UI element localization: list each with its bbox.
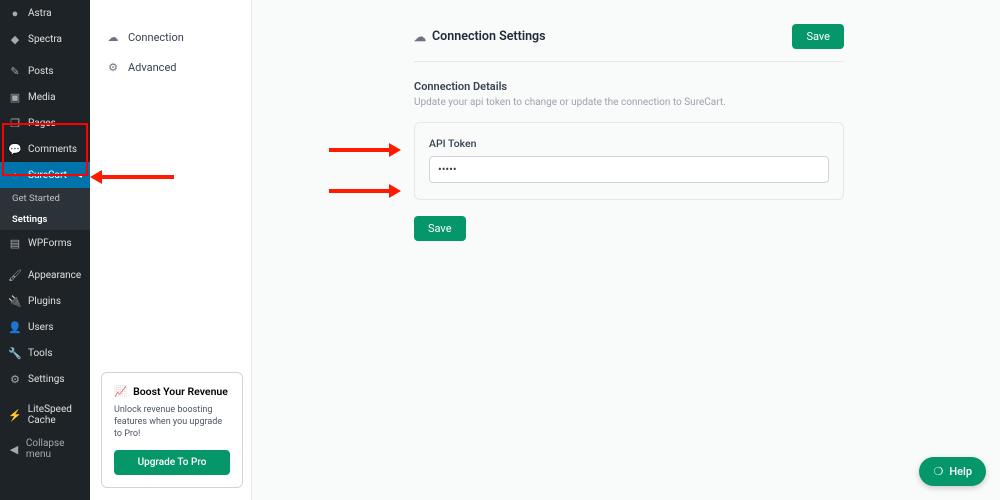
pin-icon: ✎ [8, 64, 22, 78]
page-title: ☁Connection Settings [414, 29, 546, 44]
sliders-icon: ⚙ [106, 60, 120, 74]
lifebuoy-icon: ❍ [933, 465, 943, 478]
sidebar-item-media[interactable]: ▣ Media [0, 84, 90, 110]
sidebar-item-appearance[interactable]: 🖌 Appearance [0, 262, 90, 288]
spectra-icon: ◆ [8, 32, 22, 46]
surecart-submenu: Get Started Settings [0, 188, 90, 230]
sidebar-label: Settings [28, 374, 65, 385]
sidebar-label: SureCart [28, 170, 67, 181]
api-token-input[interactable] [429, 156, 829, 183]
sidebar-item-wpforms[interactable]: ▤ WPForms [0, 230, 90, 256]
submenu-get-started[interactable]: Get Started [0, 188, 90, 209]
wpforms-icon: ▤ [8, 236, 22, 250]
gear-icon: ⚙ [8, 372, 22, 386]
sidebar-item-comments[interactable]: 💬 Comments [0, 136, 90, 162]
annotation-arrow-2 [329, 143, 401, 157]
sidebar-label: LiteSpeed Cache [28, 404, 82, 426]
sidebar-item-posts[interactable]: ✎ Posts [0, 58, 90, 84]
sidebar-label: Astra [28, 8, 52, 19]
sidebar-label: Pages [28, 118, 56, 129]
sidebar-collapse[interactable]: ◀ Collapse menu [0, 432, 90, 466]
sidebar-label: Media [28, 92, 56, 103]
section-title: Connection Details [414, 80, 844, 93]
tab-label: Connection [128, 31, 184, 44]
upgrade-card: 📈Boost Your Revenue Unlock revenue boost… [101, 372, 243, 488]
sidebar-label: Spectra [28, 34, 62, 45]
pages-icon: ❐ [8, 116, 22, 130]
brush-icon: 🖌 [8, 268, 22, 282]
astra-icon: ● [8, 6, 22, 20]
sidebar-item-plugins[interactable]: 🔌 Plugins [0, 288, 90, 314]
sidebar-label: Posts [28, 66, 54, 77]
cloud-icon: ☁ [106, 30, 120, 44]
annotation-arrow-1 [90, 170, 174, 184]
upgrade-title: 📈Boost Your Revenue [114, 385, 230, 398]
cloud-icon: ☁ [414, 30, 426, 44]
sidebar-item-tools[interactable]: 🔧 Tools [0, 340, 90, 366]
sidebar-label: Comments [28, 144, 77, 155]
sidebar-label: Tools [28, 348, 52, 359]
page-header: ☁Connection Settings Save [414, 24, 844, 62]
sidebar-label: Appearance [28, 270, 81, 281]
sidebar-item-settings[interactable]: ⚙ Settings [0, 366, 90, 392]
api-token-label: API Token [429, 137, 829, 150]
bolt-icon: ⚡ [8, 408, 22, 422]
sidebar-label: WPForms [28, 238, 72, 249]
submenu-settings[interactable]: Settings [0, 209, 90, 230]
collapse-icon: ◀ [8, 442, 20, 456]
section-desc: Update your api token to change or updat… [414, 97, 844, 108]
sidebar-item-pages[interactable]: ❐ Pages [0, 110, 90, 136]
wrench-icon: 🔧 [8, 346, 22, 360]
sidebar-label: Plugins [28, 296, 61, 307]
upgrade-button[interactable]: Upgrade To Pro [114, 450, 230, 475]
chart-icon: 📈 [114, 385, 127, 398]
save-button-top[interactable]: Save [792, 24, 844, 49]
sidebar-item-users[interactable]: 👤 Users [0, 314, 90, 340]
sidebar-label: Users [28, 322, 54, 333]
tab-connection[interactable]: ☁ Connection [90, 22, 251, 52]
annotation-arrow-3 [329, 184, 401, 198]
sidebar-item-astra[interactable]: ● Astra [0, 0, 90, 26]
sidebar-item-litespeed[interactable]: ⚡ LiteSpeed Cache [0, 398, 90, 432]
upgrade-body: Unlock revenue boosting features when yo… [114, 404, 230, 440]
sidebar-item-surecart[interactable]: ◔ SureCart ◂ [0, 162, 90, 188]
chevron-left-icon: ◂ [78, 171, 82, 180]
tab-advanced[interactable]: ⚙ Advanced [90, 52, 251, 82]
wp-admin-sidebar: ● Astra ◆ Spectra ✎ Posts ▣ Media ❐ Pages 💬 Co… [0, 0, 90, 500]
help-button[interactable]: ❍ Help [919, 457, 986, 486]
user-icon: 👤 [8, 320, 22, 334]
save-button-bottom[interactable]: Save [414, 216, 466, 241]
surecart-icon: ◔ [8, 168, 22, 182]
plugin-icon: 🔌 [8, 294, 22, 308]
sidebar-label: Collapse menu [26, 438, 82, 460]
media-icon: ▣ [8, 90, 22, 104]
sidebar-item-spectra[interactable]: ◆ Spectra [0, 26, 90, 52]
api-token-field: API Token [414, 122, 844, 200]
help-label: Help [949, 465, 972, 478]
tab-label: Advanced [128, 61, 176, 74]
comments-icon: 💬 [8, 142, 22, 156]
main-content: ☁Connection Settings Save Connection Det… [252, 0, 1000, 500]
